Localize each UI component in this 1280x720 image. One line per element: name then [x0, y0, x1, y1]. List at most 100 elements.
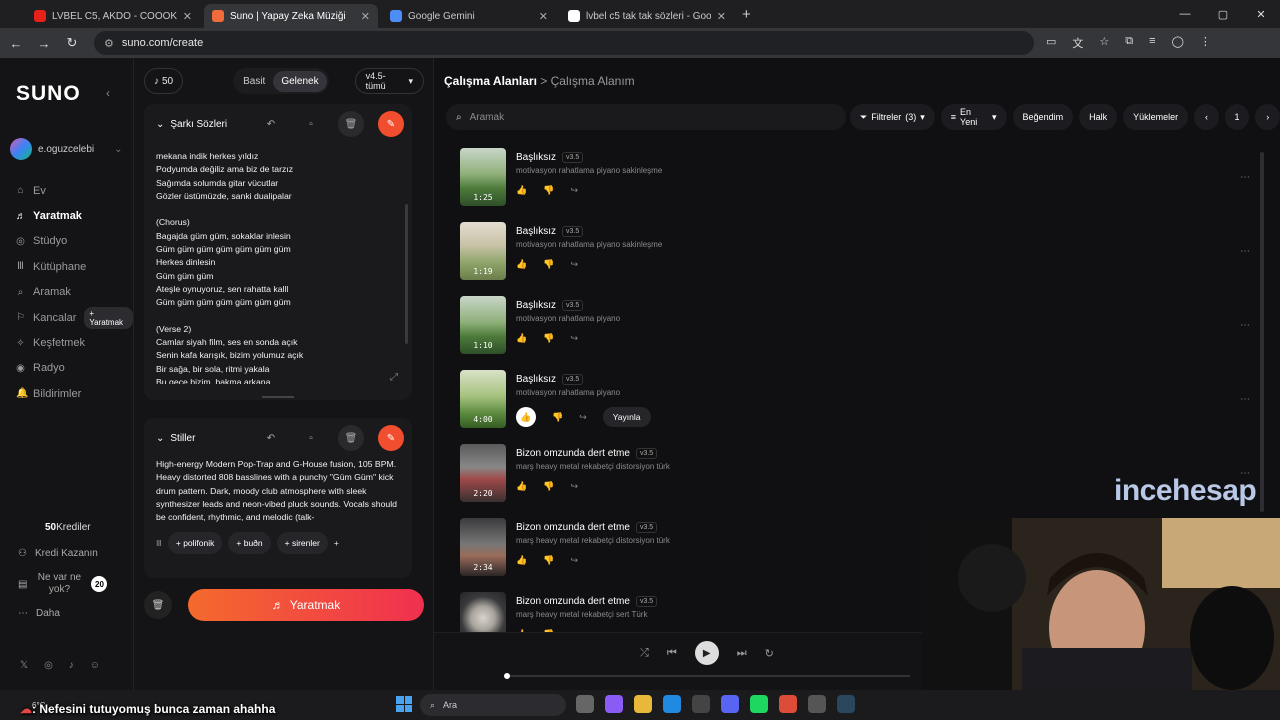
progress-handle[interactable]: [504, 673, 510, 679]
uploads-filter-button[interactable]: Yüklemeler: [1123, 104, 1189, 130]
x-twitter-icon[interactable]: 𝕏: [20, 660, 28, 671]
thumbs-down-icon[interactable]: 👎: [543, 555, 554, 566]
next-page-icon[interactable]: ›: [1255, 104, 1280, 130]
thumbs-up-icon[interactable]: 👍: [516, 555, 527, 566]
hooks-create-pill[interactable]: + Yaratmak: [84, 306, 133, 329]
profile-icon[interactable]: ◯: [1172, 35, 1184, 51]
song-list-scrollbar[interactable]: [1260, 152, 1264, 512]
obs-icon[interactable]: [808, 695, 826, 713]
sidebar-item[interactable]: ⚐ Kancalar + Yaratmak: [16, 305, 133, 330]
song-cover-image[interactable]: 2:20: [460, 444, 506, 502]
steam-icon[interactable]: [837, 695, 855, 713]
more-link[interactable]: ⋯ Daha: [18, 608, 60, 619]
extensions-icon[interactable]: ⧉: [1125, 35, 1133, 51]
undo-icon[interactable]: ↶: [258, 425, 284, 451]
share-icon[interactable]: ↪: [570, 185, 578, 196]
trash-icon[interactable]: 🗑: [338, 111, 364, 137]
page-number[interactable]: 1: [1224, 104, 1250, 130]
create-button[interactable]: ♬ Yaratmak: [188, 589, 424, 621]
browser-tab[interactable]: Suno | Yapay Zeka Müziği ✕: [204, 4, 378, 28]
spotify-icon[interactable]: [750, 695, 768, 713]
browser-tab[interactable]: Google Gemini ✕: [382, 4, 556, 28]
taskbar-search[interactable]: ⌕ Ara: [420, 694, 566, 716]
thumbs-down-icon[interactable]: 👎: [543, 185, 554, 196]
sidebar-item[interactable]: Ⅲ Kütüphane: [16, 254, 133, 279]
filters-button[interactable]: ⏷ Filtreler (3) ▾: [850, 104, 935, 130]
bookmark-star-icon[interactable]: ☆: [1099, 35, 1109, 51]
sidebar-item[interactable]: ✧ Keşfetmek: [16, 330, 133, 355]
song-row[interactable]: 1:10 Başlıksız v3.5 motivasyon rahatlama…: [460, 296, 1250, 370]
song-cover-image[interactable]: 1:10: [460, 296, 506, 354]
file-explorer-icon[interactable]: [634, 695, 652, 713]
magic-wand-icon[interactable]: ✎: [378, 425, 404, 451]
tiktok-icon[interactable]: ♪: [69, 660, 74, 671]
song-title[interactable]: Başlıksız: [516, 300, 556, 311]
more-options-icon[interactable]: ⋯: [1240, 394, 1250, 405]
song-cover-image[interactable]: 4:00: [460, 370, 506, 428]
sidebar-item[interactable]: ◎ Stüdyo: [16, 229, 133, 254]
lyrics-textarea[interactable]: mekana indik herkes yıldız Podyumda deği…: [144, 144, 412, 384]
instagram-icon[interactable]: ◎: [44, 660, 53, 671]
share-icon[interactable]: ↪: [570, 333, 578, 344]
credits-chip[interactable]: ♪ 50: [144, 68, 184, 94]
browser-menu-icon[interactable]: ⋮: [1200, 35, 1211, 51]
public-filter-button[interactable]: Halk: [1079, 104, 1118, 130]
resize-handle[interactable]: [262, 396, 294, 398]
suno-logo[interactable]: SUNO: [16, 82, 81, 106]
song-title[interactable]: Başlıksız: [516, 226, 556, 237]
translate-icon[interactable]: 文: [1072, 35, 1083, 51]
forward-icon[interactable]: →: [32, 36, 56, 51]
song-title[interactable]: Bizon omzunda dert etme: [516, 448, 630, 459]
sidebar-item[interactable]: ♬ Yaratmak: [16, 203, 133, 228]
style-tag-chip[interactable]: + sirenler: [276, 532, 328, 554]
song-title[interactable]: Bizon omzunda dert etme: [516, 596, 630, 607]
shuffle-icon[interactable]: ⤮: [640, 647, 649, 660]
liked-filter-button[interactable]: Beğendim: [1012, 104, 1074, 130]
close-window-icon[interactable]: ✕: [1242, 0, 1280, 28]
browser-tab[interactable]: LVBEL C5, AKDO - COOOK PAR... ✕: [26, 4, 200, 28]
more-tags-icon[interactable]: +: [334, 538, 339, 548]
song-cover-image[interactable]: 1:19: [460, 222, 506, 280]
store-icon[interactable]: [692, 695, 710, 713]
style-tag-chip[interactable]: + polifonik: [167, 532, 223, 554]
thumbs-up-icon[interactable]: 👍: [516, 333, 527, 344]
cast-icon[interactable]: ▭: [1046, 35, 1056, 51]
lyrics-scrollbar[interactable]: [405, 204, 408, 344]
close-tab-icon[interactable]: ✕: [183, 10, 192, 23]
song-search-input[interactable]: ⌕ Aramak: [446, 104, 846, 130]
song-cover-image[interactable]: 2:34: [460, 518, 506, 576]
tab-search-icon[interactable]: ≡: [1149, 35, 1155, 51]
song-row[interactable]: 1:19 Başlıksız v3.5 motivasyon rahatlama…: [460, 222, 1250, 296]
close-tab-icon[interactable]: ✕: [539, 10, 548, 23]
discord-taskbar-icon[interactable]: [721, 695, 739, 713]
browser-tab[interactable]: lvbel c5 tak tak sözleri - Google... ✕: [560, 4, 734, 28]
more-options-icon[interactable]: ⋯: [1240, 172, 1250, 183]
close-tab-icon[interactable]: ✕: [717, 10, 726, 23]
progress-track[interactable]: [504, 673, 910, 679]
mode-custom-tab[interactable]: Gelenek: [273, 70, 327, 92]
song-title[interactable]: Başlıksız: [516, 374, 556, 385]
song-title[interactable]: Başlıksız: [516, 152, 556, 163]
sort-button[interactable]: ≡ En Yeni ▾: [940, 104, 1007, 130]
site-info-icon[interactable]: ⚙: [104, 37, 114, 50]
trash-icon[interactable]: 🗑: [338, 425, 364, 451]
edge-icon[interactable]: [663, 695, 681, 713]
new-tab-button[interactable]: +: [742, 6, 751, 23]
magic-wand-icon[interactable]: ✎: [378, 111, 404, 137]
minimize-icon[interactable]: —: [1166, 0, 1204, 28]
thumbs-up-icon[interactable]: 👍: [516, 185, 527, 196]
clear-all-button[interactable]: 🗑: [144, 591, 172, 619]
chevron-down-icon[interactable]: ⌄: [156, 119, 164, 130]
sidebar-item[interactable]: ◉ Radyo: [16, 356, 133, 381]
back-icon[interactable]: ←: [4, 36, 28, 51]
thumbs-down-icon[interactable]: 👎: [552, 412, 563, 423]
copilot-icon[interactable]: [605, 695, 623, 713]
collapse-sidebar-icon[interactable]: ‹: [106, 86, 110, 100]
song-title[interactable]: Bizon omzunda dert etme: [516, 522, 630, 533]
url-field[interactable]: ⚙ suno.com/create: [94, 31, 1034, 55]
styles-textarea[interactable]: High-energy Modern Pop-Trap and G-House …: [144, 458, 412, 524]
copy-icon[interactable]: ▫: [298, 111, 324, 137]
mode-simple-tab[interactable]: Basit: [235, 71, 273, 92]
play-button[interactable]: ▶: [694, 641, 719, 665]
song-row[interactable]: 1:25 Başlıksız v3.5 motivasyon rahatlama…: [460, 148, 1250, 222]
